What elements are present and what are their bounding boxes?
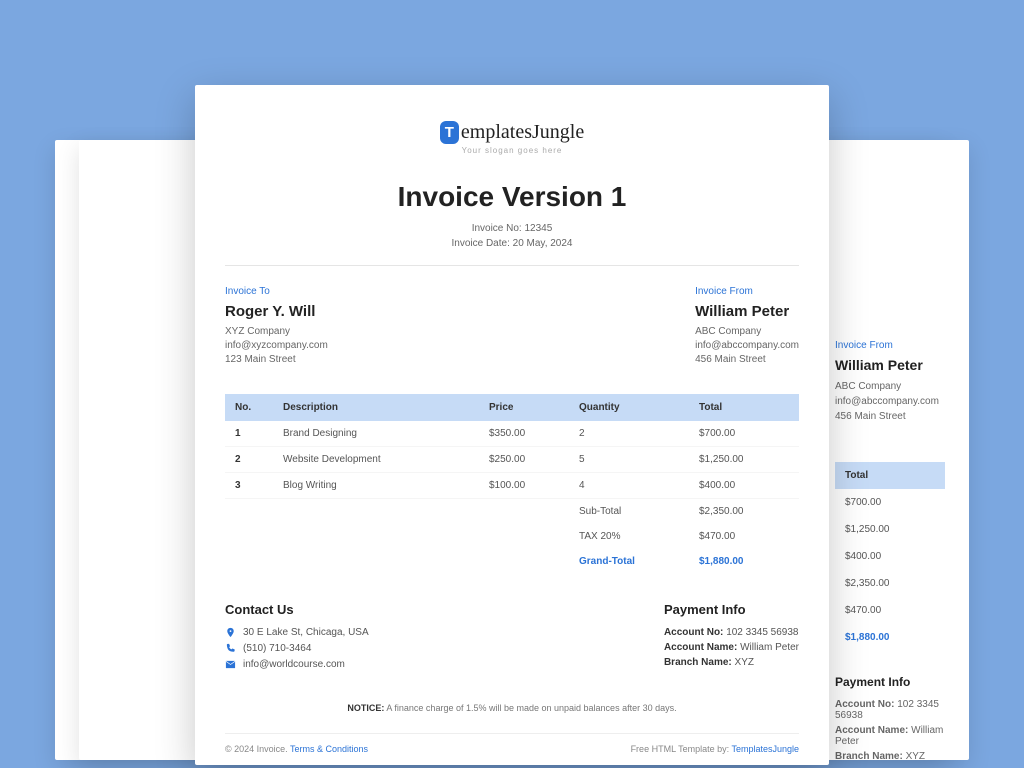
invoice-to-name: Roger Y. Will	[225, 303, 328, 320]
invoice-from-company: ABC Company	[695, 326, 799, 337]
table-row: $700.00	[835, 489, 945, 516]
mail-icon	[225, 659, 236, 670]
template-text: Free HTML Template by:	[631, 744, 730, 754]
contact-section: Contact Us 30 E Lake St, Chicaga, USA (5…	[225, 602, 369, 675]
invoice-from: Invoice From William Peter ABC Company i…	[695, 286, 799, 368]
footer: © 2024 Invoice. Terms & Conditions Free …	[225, 733, 799, 754]
invoice-from-label: Invoice From	[695, 286, 799, 297]
divider	[225, 265, 799, 266]
tax-row: TAX 20% $470.00	[225, 524, 799, 549]
table-row: 3 Blog Writing $100.00 4 $400.00	[225, 473, 799, 499]
invoice-from-name: William Peter	[835, 357, 945, 373]
invoice-from-address: 456 Main Street	[835, 411, 945, 422]
invoice-from-name: William Peter	[695, 303, 799, 320]
invoice-to: Invoice To Roger Y. Will XYZ Company inf…	[225, 286, 328, 368]
invoice-from-address: 456 Main Street	[695, 354, 799, 365]
invoice-no: Invoice No: 12345	[225, 223, 799, 234]
invoice-to-address: 123 Main Street	[225, 354, 328, 365]
invoice-from-email: info@abccompany.com	[835, 396, 945, 407]
table-row: $2,350.00	[835, 570, 945, 597]
account-name: Account Name: William Peter	[664, 642, 799, 653]
logo-badge: T	[440, 121, 459, 144]
invoice-from-email: info@abccompany.com	[695, 340, 799, 351]
template-link[interactable]: TemplatesJungle	[731, 744, 799, 754]
pin-icon	[225, 627, 236, 638]
invoice-to-label: Invoice To	[225, 286, 328, 297]
contact-address: 30 E Lake St, Chicaga, USA	[225, 627, 369, 638]
invoice-from-label: Invoice From	[835, 340, 945, 351]
contact-phone: (510) 710-3464	[225, 643, 369, 654]
grand-total-row: Grand-Total $1,880.00	[225, 549, 799, 574]
table-row: $470.00	[835, 597, 945, 624]
logo: TemplatesJungle Your slogan goes here	[225, 121, 799, 155]
contact-title: Contact Us	[225, 602, 369, 617]
payment-title: Payment Info	[664, 602, 799, 617]
table-row: $1,880.00	[835, 624, 945, 651]
phone-icon	[225, 643, 236, 654]
logo-text: emplatesJungle	[461, 121, 584, 144]
table-header: No. Description Price Quantity Total	[225, 394, 799, 421]
invoice-main: TemplatesJungle Your slogan goes here In…	[195, 85, 829, 765]
logo-slogan: Your slogan goes here	[225, 146, 799, 155]
account-no: Account No: 102 3345 56938	[664, 627, 799, 638]
table-row: $1,250.00	[835, 516, 945, 543]
table-row: 1 Brand Designing $350.00 2 $700.00	[225, 421, 799, 447]
terms-link[interactable]: Terms & Conditions	[290, 744, 368, 754]
payment-section: Payment Info Account No: 102 3345 56938 …	[664, 602, 799, 675]
payment-title: Payment Info	[835, 675, 945, 689]
invoice-from-company: ABC Company	[835, 381, 945, 392]
bottom-sections: Contact Us 30 E Lake St, Chicaga, USA (5…	[225, 602, 799, 675]
invoice-date: Invoice Date: 20 May, 2024	[225, 238, 799, 249]
parties: Invoice To Roger Y. Will XYZ Company inf…	[225, 286, 799, 368]
table-row: $400.00	[835, 543, 945, 570]
subtotal-row: Sub-Total $2,350.00	[225, 499, 799, 524]
invoice-to-email: info@xyzcompany.com	[225, 340, 328, 351]
line-items-table: No. Description Price Quantity Total 1 B…	[225, 394, 799, 574]
invoice-to-company: XYZ Company	[225, 326, 328, 337]
contact-email: info@worldcourse.com	[225, 659, 369, 670]
table-row: 2 Website Development $250.00 5 $1,250.0…	[225, 447, 799, 473]
notice: NOTICE: A finance charge of 1.5% will be…	[225, 703, 799, 713]
branch-name: Branch Name: XYZ	[664, 657, 799, 668]
copyright: © 2024 Invoice.	[225, 744, 288, 754]
page-title: Invoice Version 1	[225, 181, 799, 213]
